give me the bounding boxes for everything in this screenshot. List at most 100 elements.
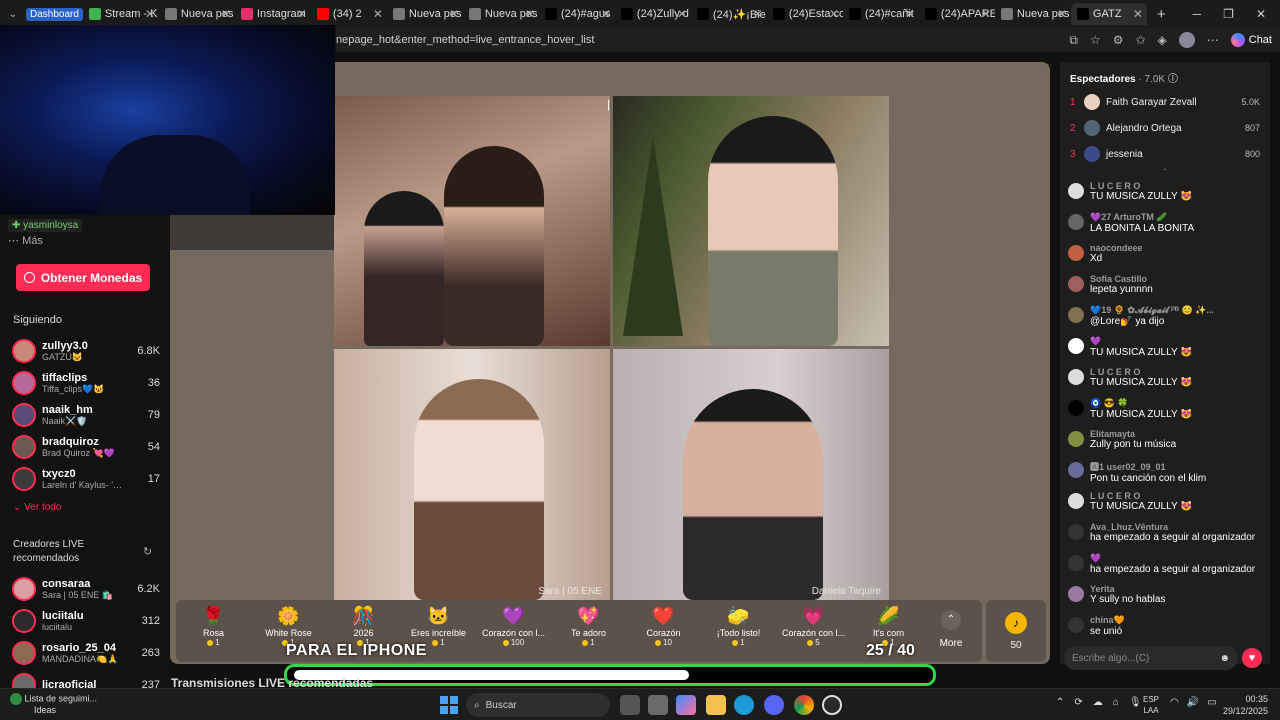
video-tile-2[interactable] <box>613 96 889 346</box>
shield-icon[interactable]: ◈ <box>1158 33 1167 47</box>
browser-tab[interactable]: Dashboard <box>26 3 83 25</box>
chat-comment[interactable]: 🅰1 user02_09_01 Pon tu canción con el kli… <box>1060 460 1270 491</box>
profile-avatar[interactable] <box>1178 32 1195 48</box>
refresh-icon[interactable]: ↻ <box>143 545 152 558</box>
live-channel-item[interactable]: tiffaclips Tiffa_clips💙🐱 36 <box>0 367 170 399</box>
gift-item[interactable]: 🐱 Eres increíble 1 <box>401 604 476 647</box>
new-tab-button[interactable]: + <box>1157 6 1166 23</box>
sync-icon[interactable]: ⟳ <box>1074 697 1082 708</box>
tab-close-icon[interactable]: ✕ <box>677 7 687 21</box>
store-icon[interactable] <box>648 695 668 715</box>
tab-close-icon[interactable]: ✕ <box>905 7 915 21</box>
address-bar[interactable]: nepage_hot&enter_method=live_entrance_ho… <box>336 28 1280 52</box>
info-icon[interactable]: ⓘ <box>1168 74 1178 85</box>
gift-item[interactable]: 💜 Corazón con l... 100 <box>476 604 551 647</box>
browser-tab[interactable]: (24)Zully d ✕ <box>615 3 691 25</box>
browser-tab[interactable]: Nueva pes ✕ <box>995 3 1071 25</box>
tab-close-icon[interactable]: ✕ <box>297 7 307 21</box>
live-channel-item[interactable]: bradquiroz Brad Quiroz 💘💜 54 <box>0 431 170 463</box>
live-channel-item[interactable]: txycz0 Lareln d' Kaylus- '\... 17 <box>0 463 170 495</box>
gift-more-button[interactable]: ⌃ More <box>926 604 976 649</box>
video-tile-1[interactable] <box>334 96 610 346</box>
tab-close-icon[interactable]: ✕ <box>373 7 383 21</box>
chat-comment[interactable]: L U C E R O TU MÚSICA ZULLY 😻 <box>1060 491 1270 522</box>
chrome-icon[interactable] <box>794 695 814 715</box>
extensions-icon[interactable]: ⚙ <box>1113 33 1124 47</box>
live-channel-item[interactable]: consaraa Sara | 05 ENE 🛍️ 6.2K <box>0 573 170 605</box>
tab-close-icon[interactable]: ✕ <box>1057 7 1067 21</box>
top-viewer-row[interactable]: 1 Faith Garayar Zevall 5.0K <box>1060 89 1270 115</box>
tray-chevron-icon[interactable]: ⌃ <box>1056 697 1064 708</box>
gift-item[interactable]: 🌽 It's corn 1 <box>851 604 926 647</box>
tab-close-icon[interactable]: ✕ <box>221 7 231 21</box>
tab-close-icon[interactable]: ✕ <box>981 7 991 21</box>
favorite-star-icon[interactable]: ☆ <box>1090 33 1101 47</box>
browser-tab[interactable]: Stream - K ✕ <box>83 3 159 25</box>
network-icon[interactable]: ⌂ <box>1113 697 1119 708</box>
top-viewer-row[interactable]: 3 jessenia 800 <box>1060 141 1270 167</box>
obs-icon[interactable] <box>822 695 842 715</box>
gift-item[interactable]: 💖 Te adoro 1 <box>551 604 626 647</box>
browser-tab[interactable]: (34) 2 ✕ <box>311 3 387 25</box>
chat-comment[interactable]: 💜 ha empezado a seguir al organizador <box>1060 553 1270 584</box>
top-viewer-row[interactable]: 2 Alejandro Ortega 807 <box>1060 115 1270 141</box>
tab-close-icon[interactable]: ✕ <box>449 7 459 21</box>
tab-close-icon[interactable]: ✕ <box>753 7 763 21</box>
live-channel-item[interactable]: naaik_hm Naaik⚔️🛡️ 79 <box>0 399 170 431</box>
task-view-icon[interactable] <box>620 695 640 715</box>
favorites-icon[interactable]: ✩ <box>1135 33 1145 47</box>
mic-icon[interactable]: 🎙 <box>1129 697 1142 708</box>
chat-comment[interactable]: 💜 TU MÚSICA ZULLY 😻 <box>1060 336 1270 367</box>
widgets-notice[interactable]: Lista de seguimi... Ideas <box>10 693 97 716</box>
gift-item[interactable]: 🌼 White Rose 1 <box>251 604 326 647</box>
more-link[interactable]: ⋯ Más <box>8 234 43 247</box>
chat-comment[interactable]: L U C E R O TU MÚSICA ZULLY 😻 <box>1060 181 1270 212</box>
gift-item[interactable]: 🧽 ¡Todo listo! 1 <box>701 604 776 647</box>
tab-close-icon[interactable]: ✕ <box>525 7 535 21</box>
maximize-button[interactable]: ❐ <box>1223 7 1234 21</box>
file-explorer-icon[interactable] <box>706 695 726 715</box>
tab-close-icon[interactable]: ✕ <box>829 7 839 21</box>
video-tile-3[interactable]: Sara | 05 ENE <box>334 349 610 600</box>
browser-tab[interactable]: Nueva pes ✕ <box>159 3 235 25</box>
browser-tab[interactable]: Nueva pes ✕ <box>463 3 539 25</box>
chat-comment[interactable]: naocondeee Xd <box>1060 243 1270 274</box>
quick-settings[interactable]: ◠ 🔊 ▭ <box>1170 697 1217 708</box>
chat-comment[interactable]: china🧡 se unió <box>1060 615 1270 646</box>
chat-comment[interactable]: 💙19 🌻 ✿𝓐𝓫𝓲𝓰𝓪𝓲𝓵 ᴾᴮ 😊 ✨... @Lore💅 ya dijo <box>1060 305 1270 336</box>
chat-comment[interactable]: 💜27 ArturoTM 🥒 LA BONITA LA BONITA <box>1060 212 1270 243</box>
see-all-link[interactable]: ⌄ Ver todo <box>13 502 61 513</box>
browser-tab[interactable]: (24)#agus ✕ <box>539 3 615 25</box>
coin-balance-button[interactable]: ♪ 50 <box>986 600 1046 662</box>
video-tile-4[interactable]: Daniela Taquire <box>613 349 889 600</box>
chat-comment[interactable]: Ava_Lhuz.Vêntura ha empezado a seguir al … <box>1060 522 1270 553</box>
discord-icon[interactable] <box>764 695 784 715</box>
browser-tab[interactable]: (24)#cañit ✕ <box>843 3 919 25</box>
clock[interactable]: 00:35 29/12/2025 <box>1222 693 1268 717</box>
get-coins-button[interactable]: Obtener Monedas <box>16 264 150 291</box>
browser-tab[interactable]: (24)✨¡Bie ✕ <box>691 3 767 25</box>
language-indicator[interactable]: ESP LAA <box>1143 694 1159 716</box>
close-window-button[interactable]: ✕ <box>1256 7 1266 21</box>
browser-tab[interactable]: Instagram ✕ <box>235 3 311 25</box>
gift-item[interactable]: 💗 Corazón con l... 5 <box>776 604 851 647</box>
copilot-taskbar-icon[interactable] <box>676 695 696 715</box>
browser-tab[interactable]: Nueva pes ✕ <box>387 3 463 25</box>
browser-tab[interactable]: GATZ ✕ <box>1070 3 1147 25</box>
browser-tab[interactable]: (24)Esta co ✕ <box>767 3 843 25</box>
chat-comment[interactable]: Yerita Y sully no hablas <box>1060 584 1270 615</box>
tab-close-icon[interactable]: ✕ <box>601 7 611 21</box>
chat-comment[interactable]: 🧿 😎 🍀 TU MÚSICA ZULLY 😻 <box>1060 398 1270 429</box>
browser-tab[interactable]: (24)APARE ✕ <box>919 3 995 25</box>
edge-icon[interactable] <box>734 695 754 715</box>
tab-list-chevron-icon[interactable]: ⌄ <box>0 9 26 20</box>
chat-input[interactable]: Escribe algo...(C) ☻ <box>1064 646 1238 670</box>
chat-comment[interactable]: L U C E R O TU MÚSICA ZULLY 😻 <box>1060 367 1270 398</box>
open-app-icon[interactable]: ⧉ <box>1069 33 1078 48</box>
gift-item[interactable]: 🌹 Rosa 1 <box>176 604 251 647</box>
copilot-chat-button[interactable]: Chat <box>1230 33 1272 47</box>
gift-item[interactable]: 🎊 2026 1 <box>326 604 401 647</box>
live-channel-item[interactable]: luciitalu luciitalu 312 <box>0 605 170 637</box>
top-user-badge[interactable]: ✚ yasminloysa <box>8 219 83 232</box>
url-text[interactable]: nepage_hot&enter_method=live_entrance_ho… <box>336 34 1069 46</box>
